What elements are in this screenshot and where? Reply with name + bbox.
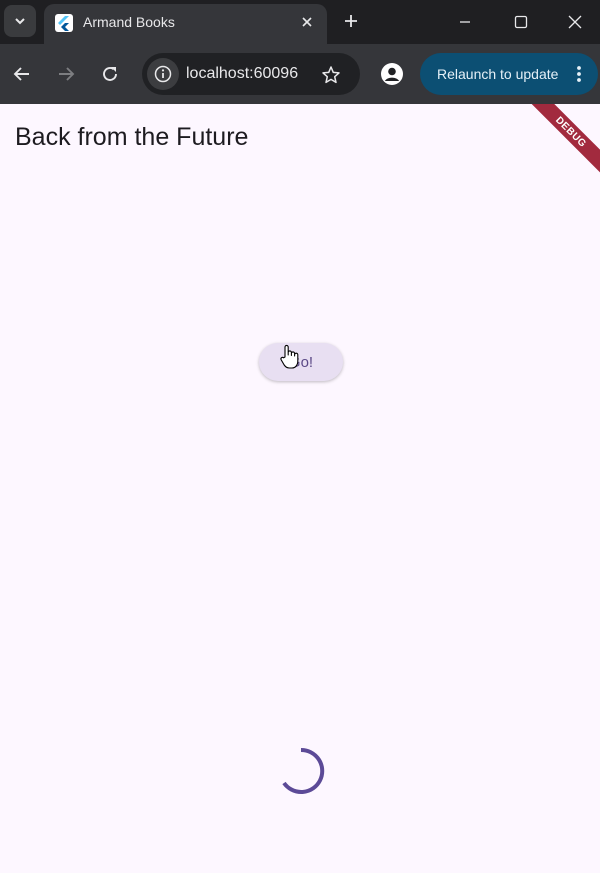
tab-title: Armand Books (83, 14, 175, 30)
site-info-icon[interactable] (147, 58, 179, 90)
reload-icon[interactable] (94, 58, 126, 90)
tab-search-button[interactable] (4, 5, 36, 37)
debug-banner: DEBUG (526, 104, 600, 177)
url-text: localhost:60096 (186, 65, 299, 82)
chevron-down-icon (15, 18, 25, 25)
go-button[interactable]: Go! (259, 343, 343, 381)
flutter-logo-icon (55, 14, 73, 32)
address-bar[interactable]: localhost:60096 (142, 53, 360, 95)
profile-avatar-icon[interactable] (376, 58, 408, 90)
relaunch-label: Relaunch to update (437, 66, 559, 82)
minimize-icon[interactable] (437, 0, 493, 44)
tab-strip: Armand Books (0, 0, 600, 44)
back-arrow-icon[interactable] (6, 58, 38, 90)
forward-arrow-icon[interactable] (50, 58, 82, 90)
browser-tab[interactable]: Armand Books (44, 4, 327, 44)
loading-spinner (282, 747, 325, 794)
close-tab-icon[interactable] (297, 12, 317, 32)
relaunch-to-update-button[interactable]: Relaunch to update (420, 53, 598, 95)
hand-cursor-icon (280, 344, 299, 369)
bookmark-star-icon[interactable] (318, 62, 344, 88)
page-title: Back from the Future (15, 123, 249, 151)
close-window-icon[interactable] (549, 0, 600, 44)
debug-banner-label: DEBUG (553, 114, 589, 150)
more-menu-icon[interactable] (566, 61, 592, 87)
browser-toolbar: localhost:60096 Relaunch to update (0, 44, 600, 104)
app-body: Back from the Future DEBUG Go! (0, 104, 600, 873)
new-tab-icon[interactable] (338, 8, 364, 34)
maximize-icon[interactable] (493, 0, 549, 44)
